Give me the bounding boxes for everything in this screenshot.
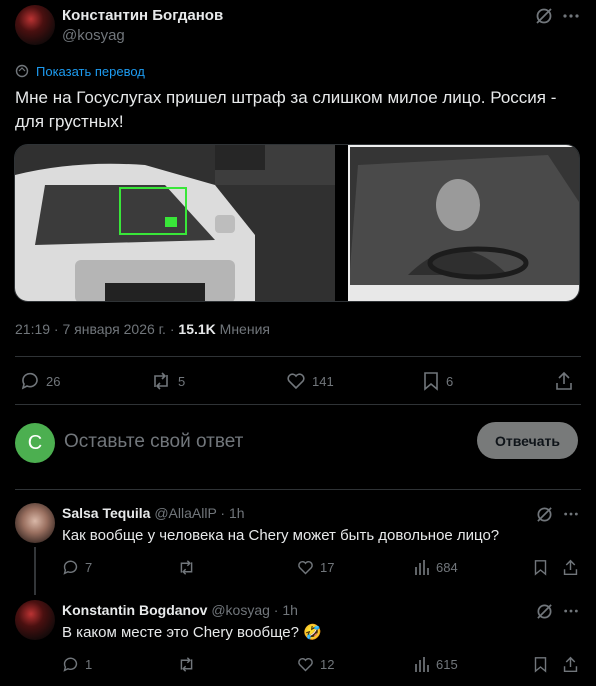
traffic-camera-photo-driver[interactable] bbox=[348, 145, 579, 301]
reply-like-count: 17 bbox=[320, 559, 335, 575]
reply-views-count: 684 bbox=[436, 559, 458, 575]
bookmark-count: 6 bbox=[446, 373, 454, 389]
reply-reply-count: 1 bbox=[85, 656, 93, 672]
reply-author-handle[interactable]: @kosyag · 1h bbox=[211, 602, 298, 618]
like-button[interactable]: 141 bbox=[286, 370, 334, 392]
heart-icon bbox=[287, 373, 305, 390]
reply-share-button[interactable] bbox=[561, 558, 579, 576]
reply-author-name[interactable]: Konstantin Bogdanov bbox=[62, 602, 207, 618]
more-options-icon[interactable] bbox=[560, 6, 582, 26]
reply-count: 26 bbox=[46, 373, 61, 389]
bookmark-icon bbox=[534, 559, 546, 576]
post-meta: 21:19 · 7 января 2026 г. · 15.1K Мнения bbox=[15, 321, 270, 337]
repost-count: 5 bbox=[178, 373, 186, 389]
reply-submit-label: Отвечать bbox=[495, 432, 560, 449]
divider-composer bbox=[15, 489, 581, 490]
show-translation-link[interactable]: Показать перевод bbox=[36, 64, 145, 79]
reply-reply-count: 7 bbox=[85, 559, 93, 575]
more-options-icon[interactable] bbox=[560, 602, 582, 620]
repost-icon bbox=[180, 656, 193, 672]
reply-button[interactable]: 26 bbox=[20, 370, 60, 392]
post-text: Мне на Госуслугах пришел штраф за слишко… bbox=[15, 88, 557, 131]
reply-header: Konstantin Bogdanov @kosyag · 1h bbox=[62, 602, 298, 618]
reply-views-button[interactable]: 615 bbox=[414, 655, 458, 673]
grok-icon[interactable] bbox=[533, 6, 555, 26]
reply-input[interactable]: Оставьте свой ответ bbox=[64, 431, 243, 453]
composer-avatar: C bbox=[15, 423, 55, 463]
repost-icon bbox=[180, 559, 193, 575]
views-label: Мнения bbox=[215, 321, 270, 337]
author-name[interactable]: Константин Богданов bbox=[62, 7, 223, 24]
post-media[interactable] bbox=[14, 144, 580, 302]
reply-text: В каком месте это Chery вообще? 🤣 bbox=[62, 624, 322, 641]
grok-icon[interactable] bbox=[533, 602, 555, 620]
views-icon bbox=[415, 656, 429, 672]
bookmark-icon bbox=[424, 372, 438, 391]
grok-icon[interactable] bbox=[533, 505, 555, 523]
reply-author-name[interactable]: Salsa Tequila bbox=[62, 505, 150, 521]
reply-icon bbox=[63, 560, 78, 575]
reply-repost-button[interactable] bbox=[177, 655, 202, 673]
reply-bookmark-button[interactable] bbox=[531, 655, 549, 673]
traffic-camera-photo-car[interactable] bbox=[15, 145, 335, 301]
reply-reply-button[interactable]: 1 bbox=[62, 655, 92, 673]
reply-header: Salsa Tequila @AllaAllP · 1h bbox=[62, 505, 245, 521]
repost-icon bbox=[154, 372, 168, 390]
reply-reply-button[interactable]: 7 bbox=[62, 558, 92, 576]
bookmark-button[interactable]: 6 bbox=[422, 370, 453, 392]
share-icon bbox=[563, 656, 577, 672]
reply-repost-button[interactable] bbox=[177, 558, 202, 576]
share-icon bbox=[563, 559, 577, 575]
like-count: 141 bbox=[312, 373, 334, 389]
thread-line bbox=[34, 547, 36, 595]
views-count: 15.1K bbox=[178, 321, 216, 337]
reply-like-button[interactable]: 17 bbox=[297, 558, 334, 576]
heart-icon bbox=[298, 657, 313, 671]
composer-avatar-letter: C bbox=[27, 431, 43, 454]
heart-icon bbox=[298, 560, 313, 574]
reply-share-button[interactable] bbox=[561, 655, 579, 673]
reply-like-button[interactable]: 12 bbox=[297, 655, 334, 673]
reply-views-button[interactable]: 684 bbox=[414, 558, 458, 576]
divider-top bbox=[15, 356, 581, 357]
reply-icon bbox=[21, 372, 38, 390]
translate-icon bbox=[15, 64, 31, 78]
share-button[interactable] bbox=[553, 370, 575, 392]
share-icon bbox=[556, 371, 572, 390]
reply-text: Как вообще у человека на Chery может быт… bbox=[62, 527, 500, 544]
post-timestamp[interactable]: 21:19 · 7 января 2026 г. · bbox=[15, 321, 178, 337]
reply-avatar[interactable] bbox=[15, 600, 55, 640]
reply-submit-button[interactable]: Отвечать bbox=[477, 422, 578, 459]
views-icon bbox=[415, 559, 429, 575]
reply-icon bbox=[63, 657, 78, 672]
reply-views-count: 615 bbox=[436, 656, 458, 672]
more-options-icon[interactable] bbox=[560, 505, 582, 523]
reply-bookmark-button[interactable] bbox=[531, 558, 549, 576]
reply-author-handle[interactable]: @AllaAllP · 1h bbox=[154, 505, 244, 521]
author-handle[interactable]: @kosyag bbox=[62, 27, 125, 44]
author-avatar[interactable] bbox=[15, 5, 55, 45]
reply-like-count: 12 bbox=[320, 656, 335, 672]
divider-actions bbox=[15, 404, 581, 405]
reply-avatar[interactable] bbox=[15, 503, 55, 543]
repost-button[interactable]: 5 bbox=[150, 370, 185, 392]
bookmark-icon bbox=[534, 656, 546, 673]
